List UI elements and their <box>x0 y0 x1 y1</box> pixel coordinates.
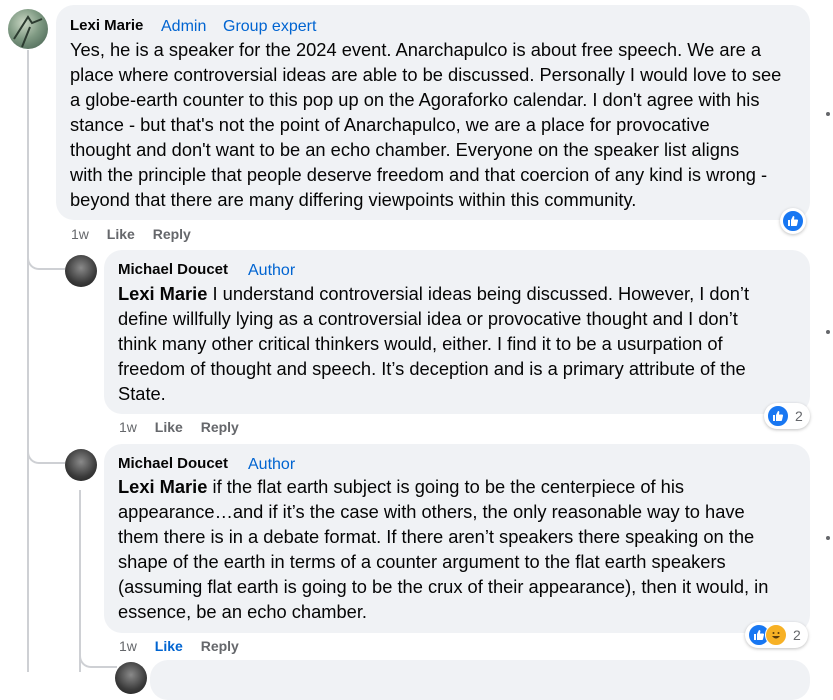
timestamp[interactable]: 1w <box>119 419 137 435</box>
comment-line: State. <box>118 383 166 404</box>
comment-line: think many other critical thinkers would… <box>118 333 723 354</box>
thread-branch <box>27 420 65 464</box>
comment-line: a globe-earth counter to this pop up on … <box>70 89 760 110</box>
comment-author[interactable]: Lexi Marie <box>70 16 143 35</box>
reply-button[interactable]: Reply <box>201 638 239 654</box>
comment-line: thought and don't want to be an echo cha… <box>70 139 740 160</box>
like-icon <box>782 210 804 232</box>
more-options-icon[interactable] <box>826 330 830 334</box>
admin-badge[interactable]: Admin <box>161 17 206 36</box>
comment-line: define willfully lying as a controversia… <box>118 308 738 329</box>
mention-link[interactable]: Lexi Marie <box>118 476 207 497</box>
comment-author[interactable]: Michael Doucet <box>118 260 228 279</box>
like-icon <box>767 405 789 427</box>
haha-icon <box>765 624 787 646</box>
reply-button[interactable]: Reply <box>201 419 239 435</box>
comment-line: Lexi Marie I understand controversial id… <box>118 281 749 306</box>
comment-line: essence, be an echo chamber. <box>118 601 367 622</box>
comment-line: stance - but that's not the point of Ana… <box>70 114 710 135</box>
comment-actions: 1w Like Reply <box>71 225 191 243</box>
more-options-icon[interactable] <box>826 112 830 116</box>
comment-line: freedom of thought and speech. It’s dece… <box>118 358 746 379</box>
avatar[interactable] <box>65 449 97 481</box>
comment-line-text: if the flat earth subject is going to be… <box>207 476 685 497</box>
comment-actions: 1w Like Reply <box>119 418 239 436</box>
comment-text: Lexi Marie if the flat earth subject is … <box>118 474 768 624</box>
more-options-icon[interactable] <box>826 536 830 540</box>
comment-line: Yes, he is a speaker for the 2024 event.… <box>70 39 762 60</box>
timestamp[interactable]: 1w <box>119 638 137 654</box>
timestamp[interactable]: 1w <box>71 226 89 242</box>
avatar[interactable] <box>115 662 147 694</box>
comment-text: Yes, he is a speaker for the 2024 event.… <box>70 37 781 212</box>
comment-line: shape of the earth in terms of a counter… <box>118 551 726 572</box>
avatar-image <box>13 15 43 48</box>
author-badge[interactable]: Author <box>248 261 295 280</box>
comment-line-text: I understand controversial ideas being d… <box>207 283 750 304</box>
thread-line <box>27 50 29 672</box>
comment-actions: 1w Like Reply <box>119 637 239 655</box>
like-button[interactable]: Like <box>107 226 135 242</box>
like-button[interactable]: Like <box>155 419 183 435</box>
reaction-summary[interactable] <box>780 208 806 234</box>
comment-line: Lexi Marie if the flat earth subject is … <box>118 474 768 499</box>
reaction-count: 2 <box>793 627 801 643</box>
avatar[interactable] <box>8 9 48 49</box>
reaction-summary[interactable]: 2 <box>764 403 810 429</box>
like-button[interactable]: Like <box>155 638 183 654</box>
reaction-summary[interactable]: 2 <box>745 622 808 648</box>
avatar[interactable] <box>65 255 97 287</box>
comment-line: (assuming flat earth is going to be the … <box>118 576 769 597</box>
reply-button[interactable]: Reply <box>153 226 191 242</box>
thread-branch <box>79 640 117 668</box>
comment-line: place where controversial ideas are able… <box>70 64 782 85</box>
comment-bubble <box>150 660 810 700</box>
comment-line: with the principle that people deserve f… <box>70 164 768 185</box>
comment-line: beyond that there are many differing vie… <box>70 189 637 210</box>
comment-line: appearance…and if it’s the case with oth… <box>118 501 745 522</box>
comment-line: them there is in a debate format. If the… <box>118 526 755 547</box>
comment-text: Lexi Marie I understand controversial id… <box>118 281 749 406</box>
reaction-count: 2 <box>795 408 803 424</box>
mention-link[interactable]: Lexi Marie <box>118 283 207 304</box>
thread-branch <box>27 230 65 270</box>
comment-author[interactable]: Michael Doucet <box>118 454 228 473</box>
group-expert-badge[interactable]: Group expert <box>223 17 316 36</box>
author-badge[interactable]: Author <box>248 455 295 474</box>
